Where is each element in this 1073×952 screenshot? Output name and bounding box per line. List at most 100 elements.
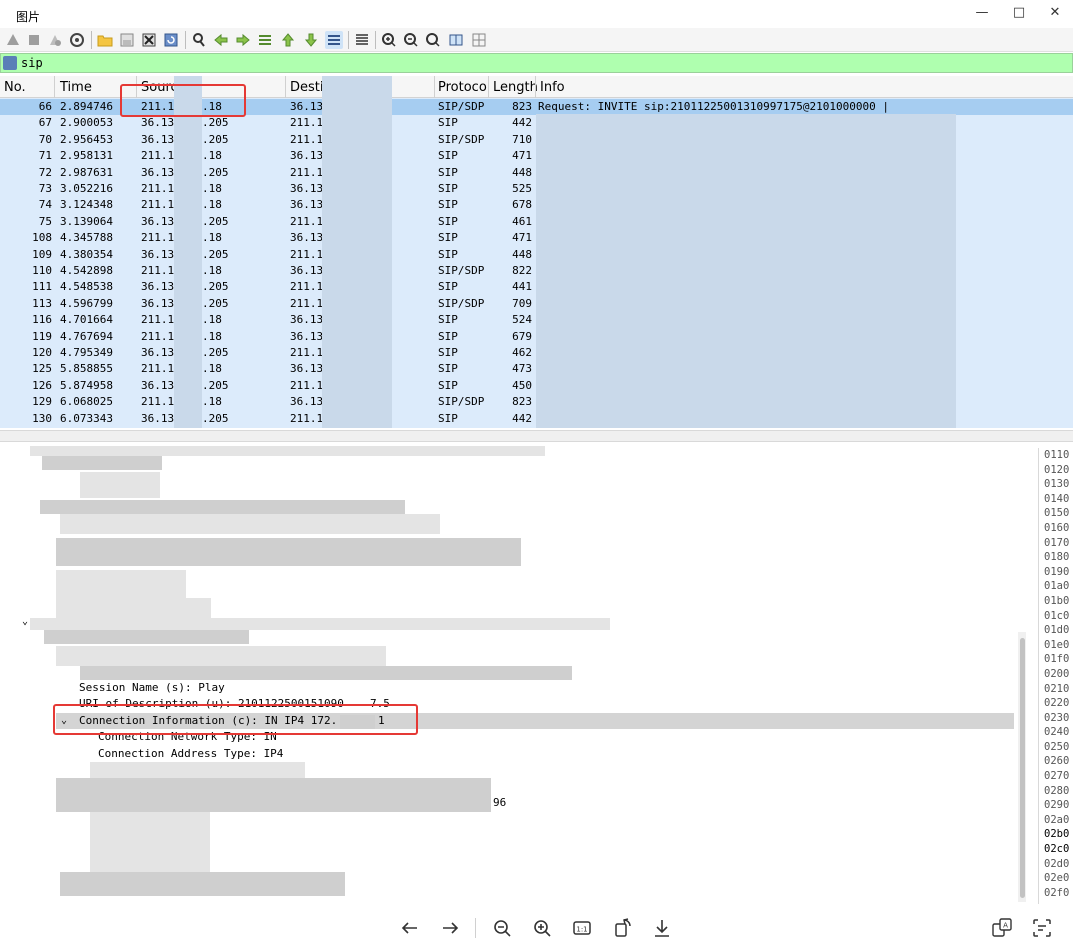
column-divider[interactable]	[54, 76, 55, 98]
restart-capture-icon[interactable]	[46, 31, 64, 49]
packet-destination: 211.1	[290, 411, 324, 425]
column-header-destination[interactable]: Desti	[290, 80, 324, 95]
packet-length: 679	[512, 329, 532, 343]
column-header-length[interactable]: Length	[493, 80, 538, 95]
packet-source-suffix: .205	[202, 280, 229, 294]
packet-time: 2.956453	[60, 132, 113, 146]
column-header-time[interactable]: Time	[60, 80, 92, 95]
previous-image-icon[interactable]	[398, 916, 422, 940]
session-name-field[interactable]: Session Name (s): Play	[79, 680, 225, 696]
redacted-detail-line	[40, 500, 405, 514]
hex-offsets-pane: 0110 0120 0130 0140 0150 0160 0170 0180 0190 01a0…	[1038, 448, 1073, 904]
packet-length: 471	[512, 231, 532, 245]
packet-destination: 36.13	[290, 329, 324, 343]
stop-capture-icon[interactable]	[25, 31, 43, 49]
packet-no: 108	[32, 231, 52, 245]
packet-source-suffix: .205	[202, 165, 229, 179]
normal-size-icon[interactable]	[424, 31, 442, 49]
colorize-icon[interactable]	[353, 31, 371, 49]
packet-time: 6.073343	[60, 411, 113, 425]
zoom-out-icon[interactable]	[490, 916, 514, 940]
packet-length: 441	[512, 280, 532, 294]
maximize-icon[interactable]: □	[1005, 4, 1033, 22]
autoscroll-icon[interactable]	[325, 31, 343, 49]
rotate-icon[interactable]	[610, 916, 634, 940]
packet-source-suffix: .205	[202, 247, 229, 261]
redacted-detail-line	[42, 456, 162, 470]
packet-protocol: SIP	[438, 247, 458, 261]
packet-source: 211.1	[141, 182, 175, 195]
packet-source-suffix: .205	[202, 214, 229, 228]
display-filter-input[interactable]	[21, 54, 1061, 72]
translate-icon[interactable]: A	[990, 916, 1014, 940]
packet-source-suffix: .18	[202, 264, 222, 277]
hex-offset: 0180	[1044, 551, 1070, 564]
main-toolbar	[0, 28, 1073, 52]
packet-destination: 211.1	[290, 165, 324, 179]
zoom-in-icon[interactable]	[380, 31, 398, 49]
packet-no: 119	[32, 329, 52, 343]
packet-length: 823	[512, 395, 532, 409]
go-forward-icon[interactable]	[234, 31, 252, 49]
bookmark-icon[interactable]	[3, 56, 17, 70]
extract-text-icon[interactable]	[1030, 916, 1054, 940]
packet-time: 4.380354	[60, 247, 113, 261]
packet-time: 6.068025	[60, 395, 113, 409]
hex-offset: 02c0	[1044, 843, 1070, 856]
column-divider[interactable]	[434, 76, 435, 98]
packet-protocol: SIP	[438, 165, 458, 179]
hex-offset: 01c0	[1044, 609, 1070, 622]
detail-trailing-value: 96	[493, 796, 507, 809]
actual-size-icon[interactable]: 1:1	[570, 916, 594, 940]
packet-source: 211.1	[141, 313, 175, 327]
column-header-info[interactable]: Info	[540, 80, 565, 95]
close-icon[interactable]: ✕	[1041, 4, 1069, 22]
zoom-out-icon[interactable]	[402, 31, 420, 49]
packet-length: 442	[512, 411, 532, 425]
toolbar-separator	[375, 31, 376, 49]
column-header-no[interactable]: No.	[4, 80, 26, 95]
packet-protocol: SIP/SDP	[438, 296, 485, 310]
pane-splitter[interactable]	[0, 430, 1073, 442]
save-file-icon[interactable]	[118, 31, 136, 49]
resize-columns-icon[interactable]	[447, 31, 465, 49]
zoom-in-icon[interactable]	[530, 916, 554, 940]
packet-source: 211.1	[141, 198, 175, 212]
column-header-protocol[interactable]: Protoco	[438, 80, 487, 95]
close-file-icon[interactable]	[140, 31, 158, 49]
packet-no: 109	[32, 247, 52, 261]
start-capture-icon[interactable]	[4, 31, 22, 49]
details-scrollbar-thumb[interactable]	[1020, 638, 1025, 898]
column-divider[interactable]	[488, 76, 489, 98]
packet-source-suffix: .205	[202, 346, 229, 359]
packet-no: 70	[38, 132, 52, 146]
packet-protocol: SIP	[438, 346, 458, 359]
packet-source-suffix: .205	[202, 378, 229, 392]
next-image-icon[interactable]	[438, 916, 462, 940]
capture-options-icon[interactable]	[68, 31, 86, 49]
find-packet-icon[interactable]	[190, 31, 208, 49]
reload-file-icon[interactable]	[162, 31, 180, 49]
column-divider[interactable]	[535, 76, 536, 98]
download-icon[interactable]	[650, 916, 674, 940]
connection-address-type-field[interactable]: Connection Address Type: IP4	[98, 746, 283, 762]
packet-no: 129	[32, 395, 52, 409]
hex-offset: 0140	[1044, 492, 1070, 505]
minimize-icon[interactable]: —	[968, 4, 996, 22]
first-packet-icon[interactable]	[279, 31, 297, 49]
column-divider[interactable]	[285, 76, 286, 98]
go-back-icon[interactable]	[212, 31, 230, 49]
toolbar-separator	[185, 31, 186, 49]
table-layout-icon[interactable]	[470, 31, 488, 49]
open-file-icon[interactable]	[96, 31, 114, 49]
go-to-packet-icon[interactable]	[256, 31, 274, 49]
packet-length: 823	[512, 100, 532, 113]
packet-destination: 211.1	[290, 378, 324, 392]
collapse-arrow-icon[interactable]: ⌄	[22, 614, 28, 630]
source-column-highlight	[120, 84, 246, 117]
hex-offset: 01d0	[1044, 624, 1070, 637]
packet-source-suffix: .18	[202, 313, 222, 327]
hex-offset: 01f0	[1044, 653, 1070, 666]
hex-offset: 0210	[1044, 682, 1070, 695]
last-packet-icon[interactable]	[302, 31, 320, 49]
